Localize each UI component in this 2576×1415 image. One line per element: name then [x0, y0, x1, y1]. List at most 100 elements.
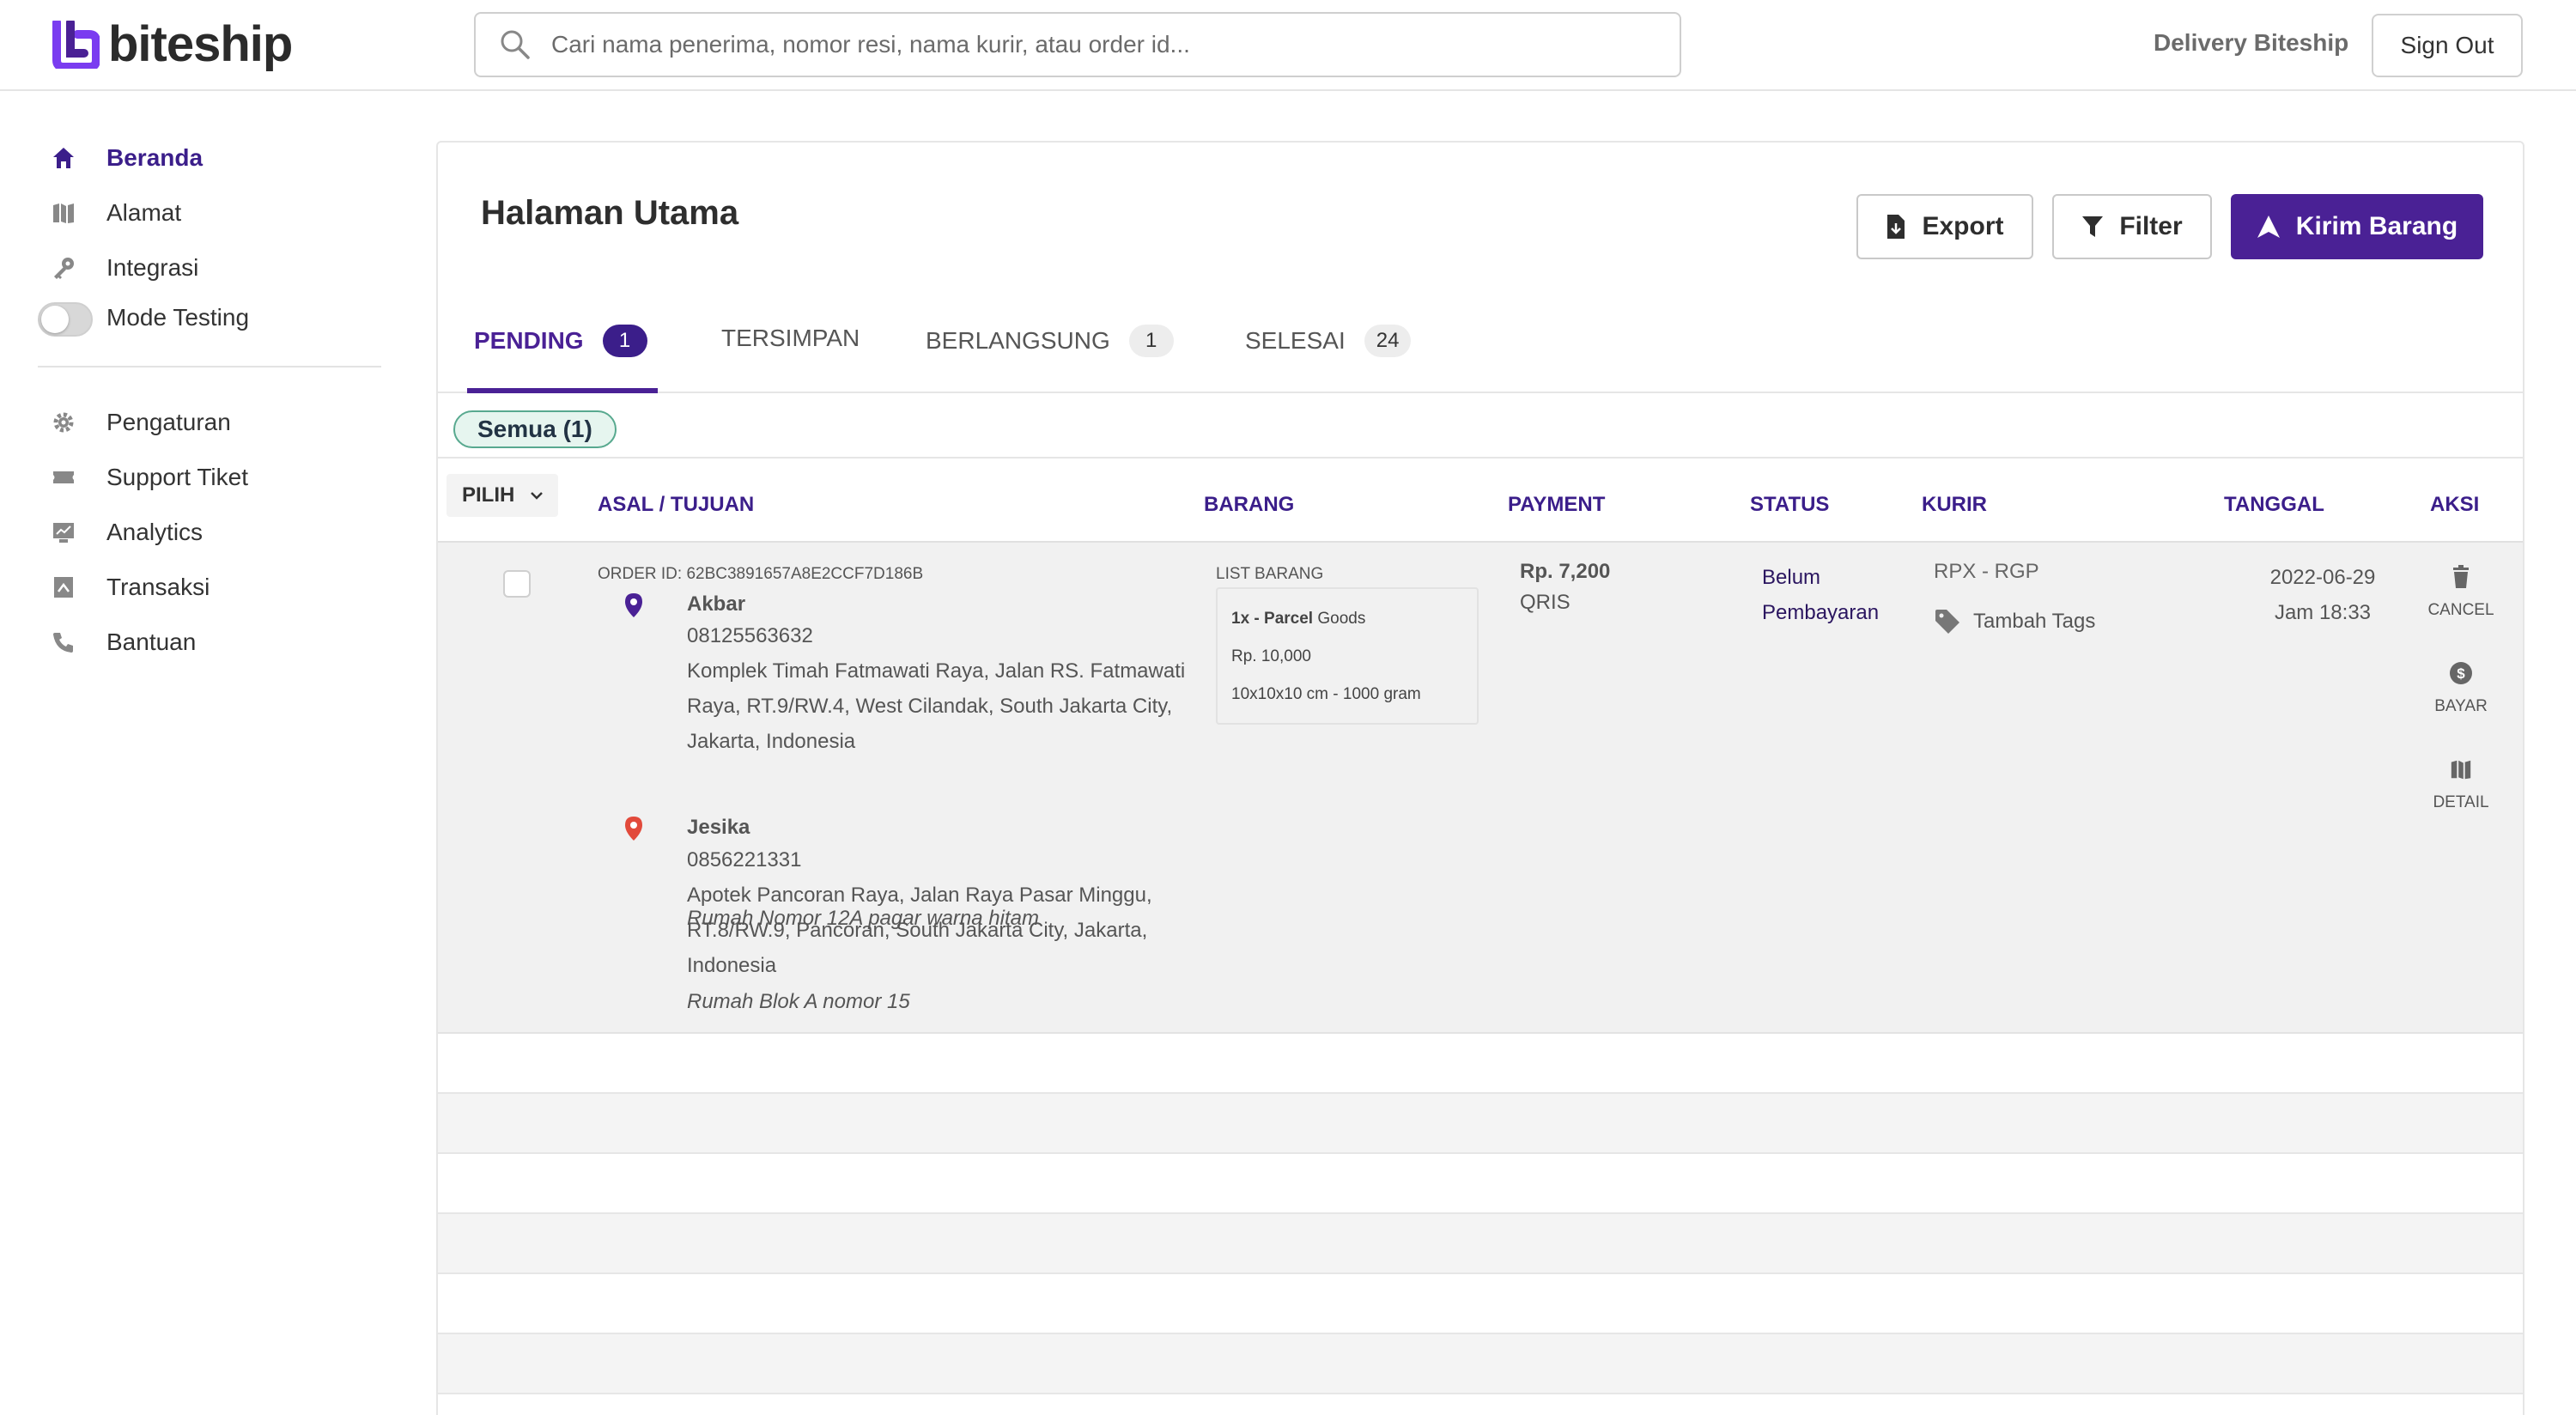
- detail-action[interactable]: DETAIL: [2413, 757, 2509, 812]
- sidebar-item-integrasi[interactable]: Integrasi: [50, 251, 198, 285]
- page-title: Halaman Utama: [481, 194, 739, 232]
- status-tabs: PENDING 1 TERSIMPAN BERLANGSUNG 1 SELESA…: [438, 294, 2523, 393]
- sidebar-item-bantuan[interactable]: Bantuan: [50, 625, 196, 659]
- cancel-action[interactable]: CANCEL: [2413, 565, 2509, 620]
- tab-label: BERLANGSUNG: [926, 327, 1110, 354]
- empty-row: [438, 1274, 2523, 1334]
- sidebar-item-label: Bantuan: [106, 629, 197, 655]
- biteship-logo[interactable]: biteship: [52, 16, 293, 72]
- barang-category: Goods: [1317, 610, 1366, 628]
- sidebar-item-alamat[interactable]: Alamat: [50, 196, 181, 230]
- destination-address: Apotek Pancoran Raya, Jalan Raya Pasar M…: [687, 884, 1152, 977]
- chevron-down-icon: [531, 492, 544, 500]
- cancel-label: CANCEL: [2427, 601, 2494, 619]
- kirim-barang-button[interactable]: Kirim Barang: [2231, 194, 2483, 259]
- tab-label: TERSIMPAN: [721, 325, 860, 351]
- filter-button[interactable]: Filter: [2052, 194, 2212, 259]
- tab-pending[interactable]: PENDING 1: [474, 325, 647, 357]
- sidebar-item-label: Support Tiket: [106, 464, 248, 490]
- filter-label: Filter: [2119, 212, 2183, 240]
- search-input[interactable]: [551, 31, 1668, 58]
- sign-out-button[interactable]: Sign Out: [2372, 14, 2523, 77]
- pilih-dropdown[interactable]: PILIH: [447, 474, 558, 517]
- sidebar-item-label: Integrasi: [106, 254, 199, 281]
- tab-count-badge: 24: [1364, 325, 1412, 357]
- tag-icon: [1935, 610, 1959, 634]
- origin-name: Akbar: [687, 592, 746, 616]
- payment-method: QRIS: [1520, 591, 1571, 614]
- key-icon: [50, 254, 77, 282]
- row-checkbox[interactable]: [503, 570, 531, 598]
- ticket-icon: [50, 464, 77, 491]
- delivery-biteship-link[interactable]: Delivery Biteship: [2154, 29, 2348, 57]
- sidebar-item-label: Pengaturan: [106, 409, 231, 435]
- export-button[interactable]: Export: [1856, 194, 2033, 259]
- destination-pin-icon: [625, 817, 642, 841]
- sidebar-item-analytics[interactable]: Analytics: [50, 515, 203, 550]
- sidebar-item-label: Beranda: [106, 144, 204, 171]
- order-date-day: 2022-06-29: [2269, 566, 2376, 589]
- trash-icon: [2453, 565, 2469, 588]
- tab-selesai[interactable]: SELESAI 24: [1245, 325, 1412, 357]
- sidebar-item-pengaturan[interactable]: Pengaturan: [50, 405, 231, 440]
- empty-row: [438, 1154, 2523, 1214]
- filter-chip-semua[interactable]: Semua (1): [453, 410, 617, 448]
- origin-pin-icon: [625, 593, 642, 617]
- table-row: ORDER ID: 62BC3891657A8E2CCF7D186B Akbar…: [438, 543, 2523, 1034]
- column-header-barang: BARANG: [1204, 493, 1295, 516]
- column-header-tanggal: TANGGAL: [2224, 493, 2324, 516]
- origin-phone: 08125563632: [687, 624, 813, 647]
- tambah-tags-button[interactable]: Tambah Tags: [1934, 608, 2095, 635]
- tab-count-badge: 1: [1128, 325, 1174, 357]
- dollar-coin-icon: $: [2450, 662, 2472, 684]
- destination-note: Rumah Blok A nomor 15: [687, 990, 910, 1013]
- pilih-label: PILIH: [462, 483, 515, 507]
- column-header-asal-tujuan: ASAL / TUJUAN: [598, 493, 755, 516]
- empty-row: [438, 1094, 2523, 1154]
- bayar-action[interactable]: $ BAYAR: [2413, 661, 2509, 716]
- phone-icon: [50, 629, 77, 656]
- order-id: ORDER ID: 62BC3891657A8E2CCF7D186B: [598, 565, 924, 583]
- order-date: 2022-06-29 Jam 18:33: [2241, 560, 2404, 630]
- tab-count-badge: 1: [602, 325, 647, 357]
- send-arrow-icon: [2257, 216, 2280, 238]
- empty-row: [438, 1034, 2523, 1094]
- order-date-time: Jam 18:33: [2274, 601, 2372, 624]
- funnel-icon: [2082, 216, 2104, 237]
- receipt-icon: [50, 574, 77, 601]
- barang-list-label: LIST BARANG: [1216, 565, 1324, 583]
- barang-item-card: 1x - Parcel Goods Rp. 10,000 10x10x10 cm…: [1216, 587, 1479, 725]
- column-header-aksi: AKSI: [2430, 493, 2480, 516]
- origin-address: Komplek Timah Fatmawati Raya, Jalan RS. …: [687, 659, 1186, 753]
- sidebar-item-transaksi[interactable]: Transaksi: [50, 570, 210, 604]
- barang-dimensions: 10x10x10 cm - 1000 gram: [1231, 685, 1421, 703]
- filter-chip-row: Semua (1): [438, 393, 2523, 459]
- status-text: Belum Pembayaran: [1762, 566, 1880, 624]
- barang-item-name: 1x - Parcel Goods: [1231, 610, 1463, 629]
- sidebar-item-beranda[interactable]: Beranda: [50, 141, 203, 175]
- empty-row: [438, 1214, 2523, 1274]
- file-download-icon: [1887, 215, 1905, 239]
- mode-testing-toggle[interactable]: [38, 302, 93, 337]
- sidebar: Beranda Alamat Integrasi Mode Testing Pe…: [0, 91, 412, 1415]
- empty-row: [438, 1334, 2523, 1394]
- tambah-tags-label: Tambah Tags: [1973, 610, 2096, 633]
- sidebar-item-support-tiket[interactable]: Support Tiket: [50, 460, 248, 495]
- column-header-payment: PAYMENT: [1508, 493, 1606, 516]
- detail-label: DETAIL: [2433, 793, 2489, 811]
- search-bar: [474, 12, 1681, 77]
- biteship-logo-icon: [52, 18, 100, 71]
- tab-berlangsung[interactable]: BERLANGSUNG 1: [926, 325, 1174, 357]
- brand-name: biteship: [108, 16, 293, 72]
- mode-testing-label: Mode Testing: [106, 304, 250, 331]
- destination-phone: 0856221331: [687, 848, 802, 871]
- gear-icon: [50, 409, 77, 436]
- svg-text:$: $: [2457, 665, 2465, 682]
- tab-tersimpan[interactable]: TERSIMPAN: [721, 325, 860, 352]
- bayar-label: BAYAR: [2434, 697, 2488, 715]
- sidebar-item-label: Transaksi: [106, 574, 210, 600]
- destination-name: Jesika: [687, 816, 750, 839]
- main-card: Halaman Utama Export Filter Kirim Barang…: [436, 141, 2524, 1415]
- kurir-name: RPX - RGP: [1934, 560, 2039, 583]
- barang-price: Rp. 10,000: [1231, 647, 1311, 665]
